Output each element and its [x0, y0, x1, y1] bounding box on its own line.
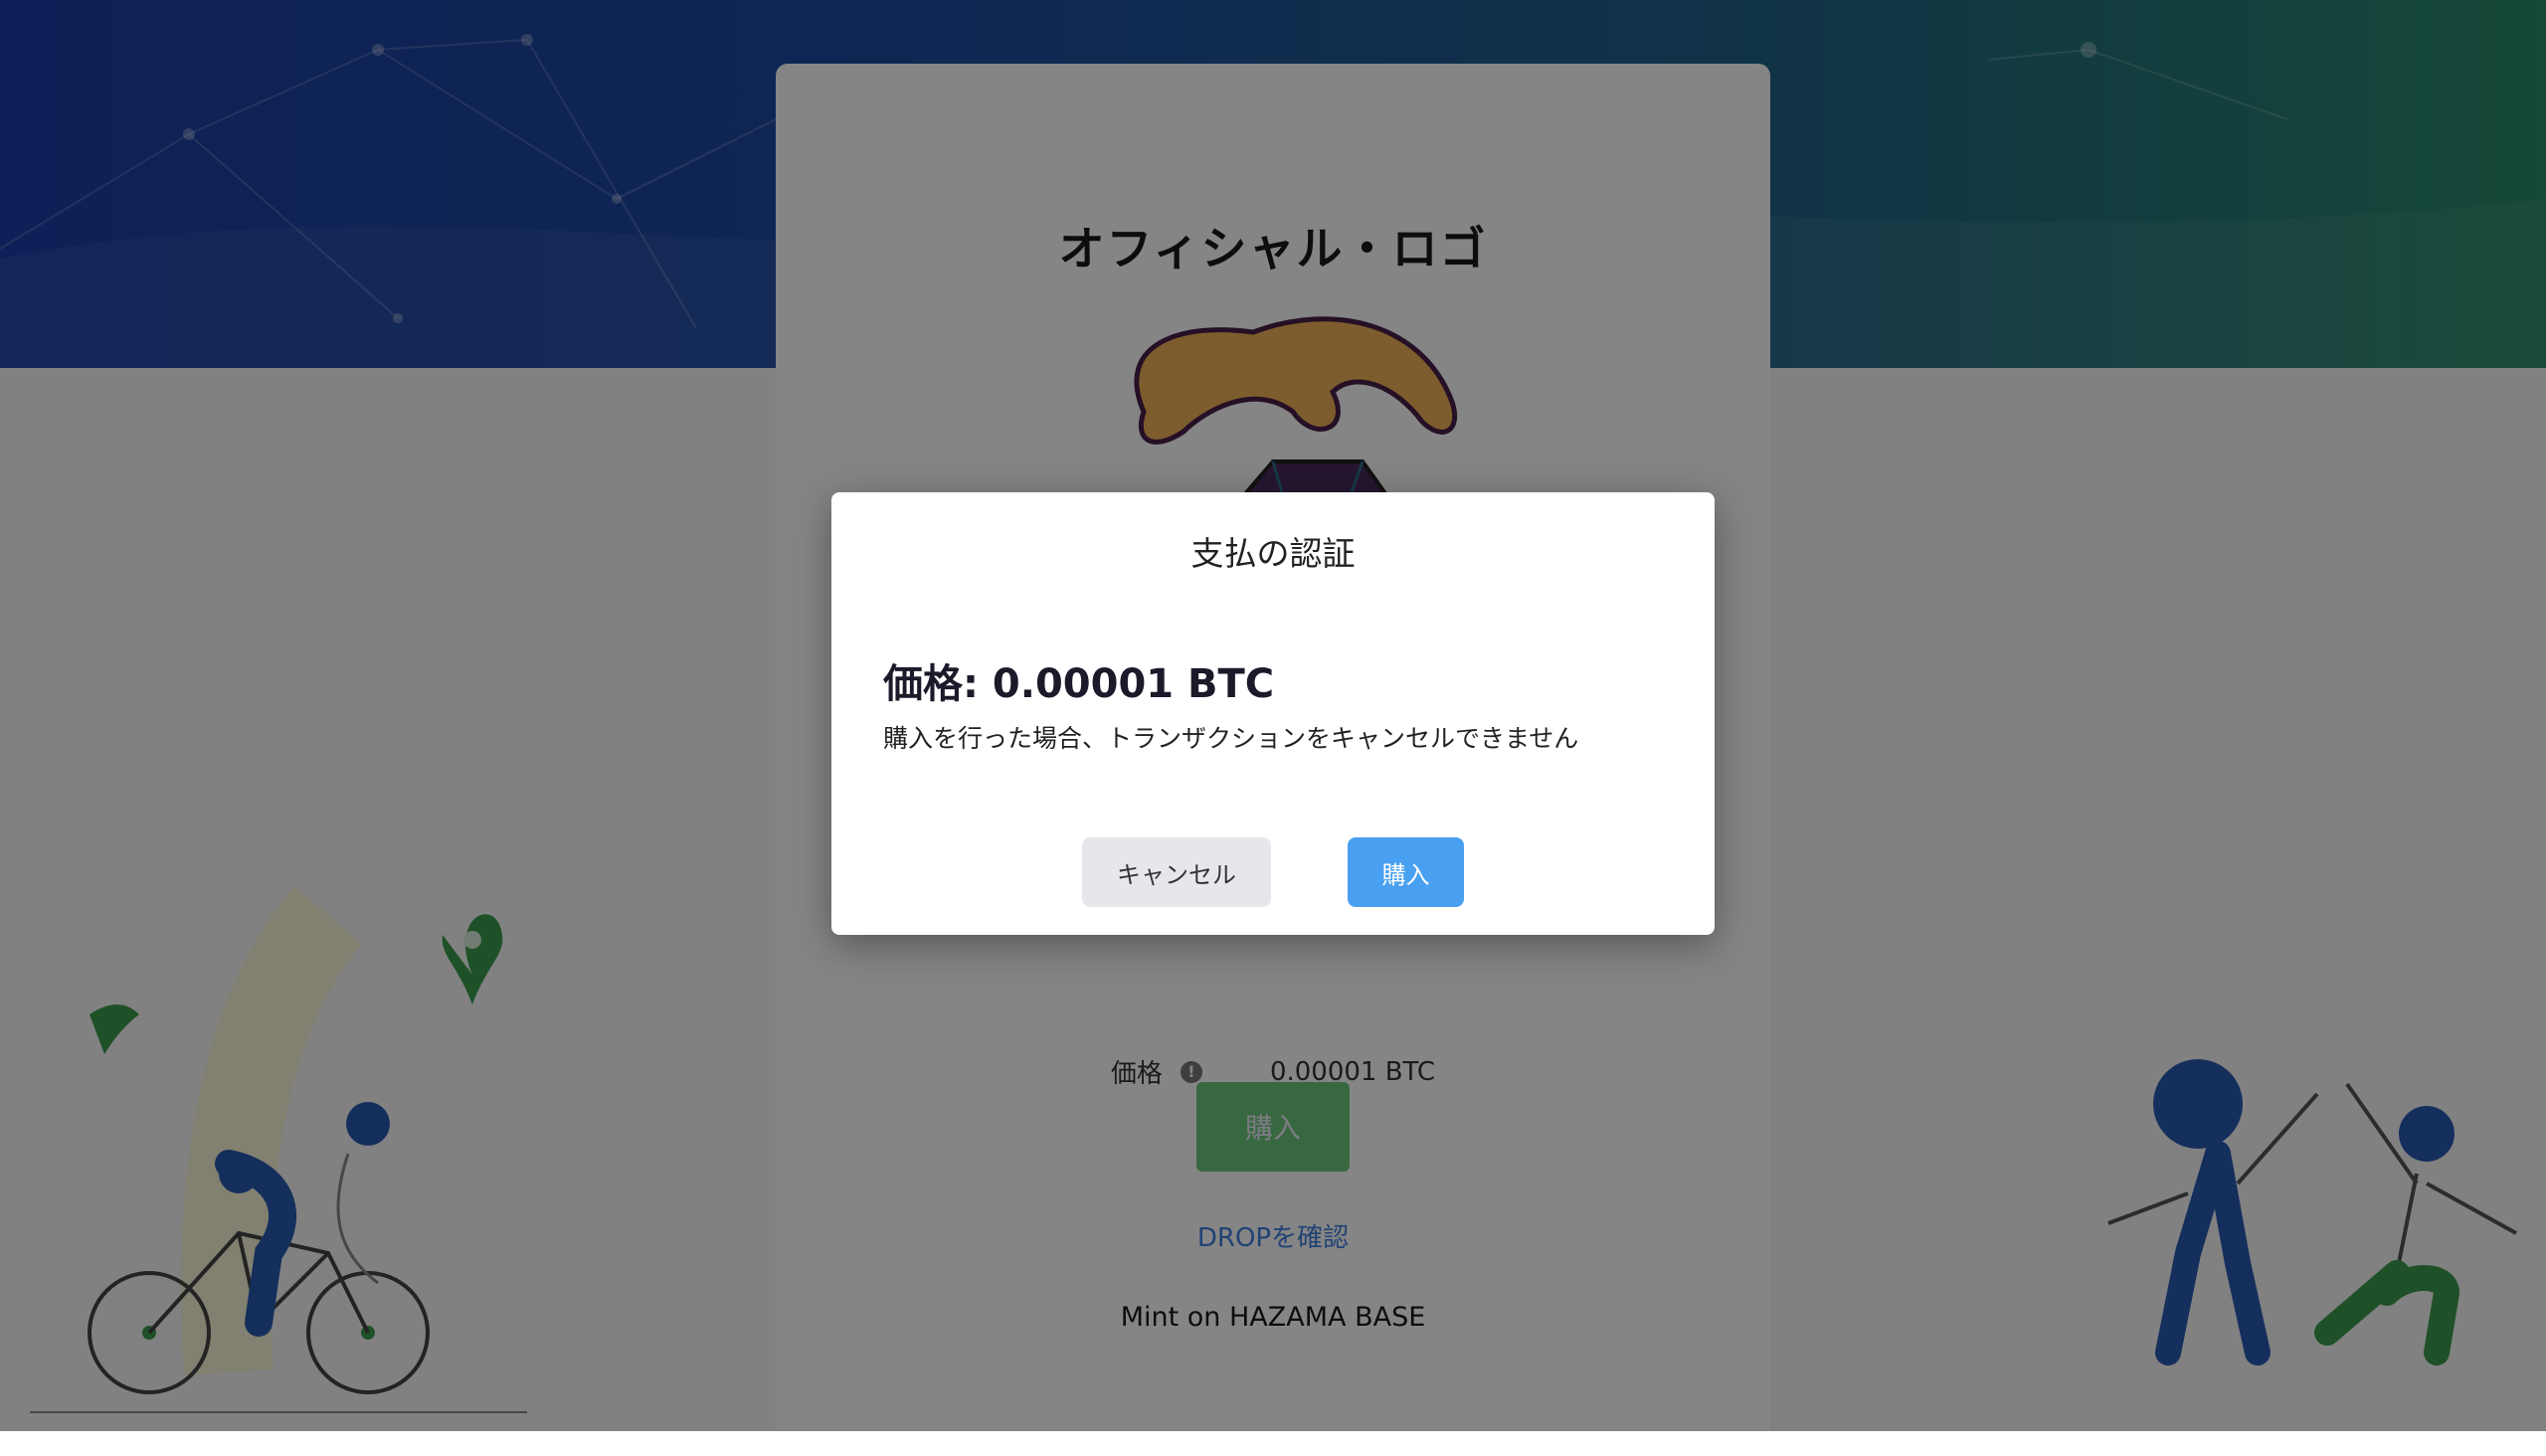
- cancel-button[interactable]: キャンセル: [1082, 837, 1271, 907]
- dialog-title: 支払の認証: [1190, 534, 1356, 573]
- confirm-buy-button[interactable]: 購入: [1348, 837, 1464, 907]
- dialog-price: 価格: 0.00001 BTC: [883, 661, 1275, 707]
- payment-confirmation-dialog: 支払の認証 価格: 0.00001 BTC 購入を行った場合、トランザクションを…: [831, 492, 1715, 935]
- dialog-warning-text: 購入を行った場合、トランザクションをキャンセルできません: [883, 724, 1579, 753]
